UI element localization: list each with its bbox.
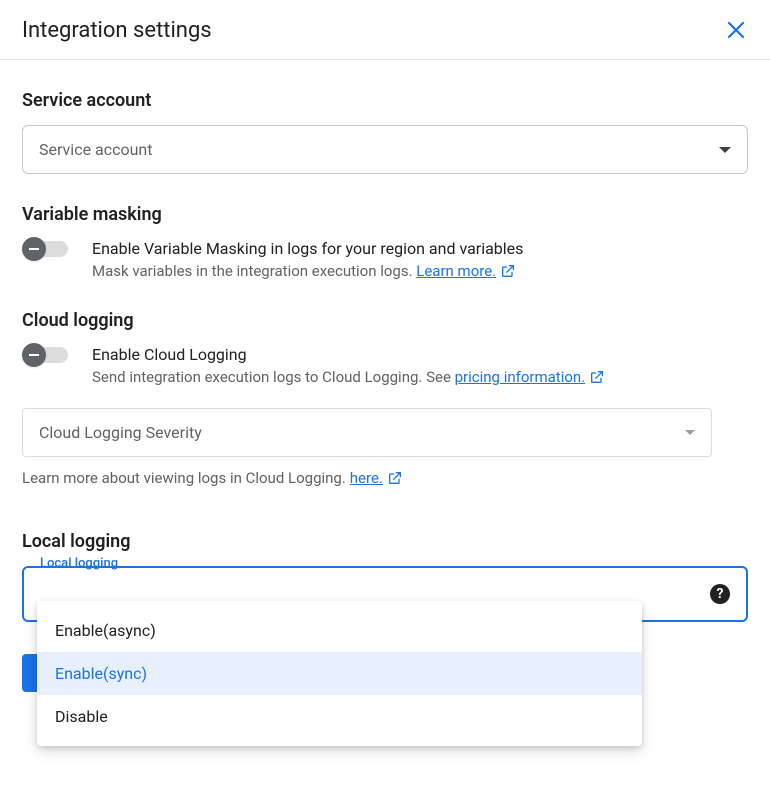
local-logging-dropdown: Enable(async) Enable(sync) Disable [37, 601, 642, 746]
dropdown-option-disable[interactable]: Disable [37, 695, 642, 738]
service-account-select[interactable]: Service account [22, 125, 748, 174]
pricing-information-link[interactable]: pricing information. [455, 368, 586, 386]
dropdown-option-enable-async[interactable]: Enable(async) [37, 609, 642, 652]
caret-down-icon [719, 147, 731, 153]
local-logging-section-title: Local logging [22, 531, 748, 552]
variable-masking-section-title: Variable masking [22, 204, 748, 225]
minus-icon [22, 237, 46, 261]
cloud-logging-severity-select[interactable]: Cloud Logging Severity [22, 408, 712, 457]
severity-here-link[interactable]: here. [350, 469, 383, 487]
service-account-section-title: Service account [22, 90, 748, 111]
caret-down-icon [685, 430, 695, 435]
service-account-placeholder: Service account [39, 140, 152, 159]
external-link-icon [500, 263, 516, 279]
close-icon[interactable] [724, 18, 748, 42]
dropdown-option-enable-sync[interactable]: Enable(sync) [37, 652, 642, 695]
variable-masking-toggle[interactable] [22, 239, 72, 259]
minus-icon [22, 343, 46, 367]
cloud-logging-description: Send integration execution logs to Cloud… [92, 368, 605, 386]
variable-masking-learn-more-link[interactable]: Learn more. [416, 262, 496, 280]
variable-masking-label: Enable Variable Masking in logs for your… [92, 239, 523, 258]
severity-placeholder: Cloud Logging Severity [39, 423, 202, 442]
external-link-icon [387, 470, 403, 486]
external-link-icon [589, 369, 605, 385]
variable-masking-description: Mask variables in the integration execut… [92, 262, 523, 280]
severity-help-text: Learn more about viewing logs in Cloud L… [22, 469, 748, 487]
help-icon[interactable]: ? [710, 584, 730, 604]
cloud-logging-section-title: Cloud logging [22, 310, 748, 331]
cloud-logging-toggle[interactable] [22, 345, 72, 365]
dialog-title: Integration settings [22, 18, 212, 43]
cloud-logging-label: Enable Cloud Logging [92, 345, 605, 364]
